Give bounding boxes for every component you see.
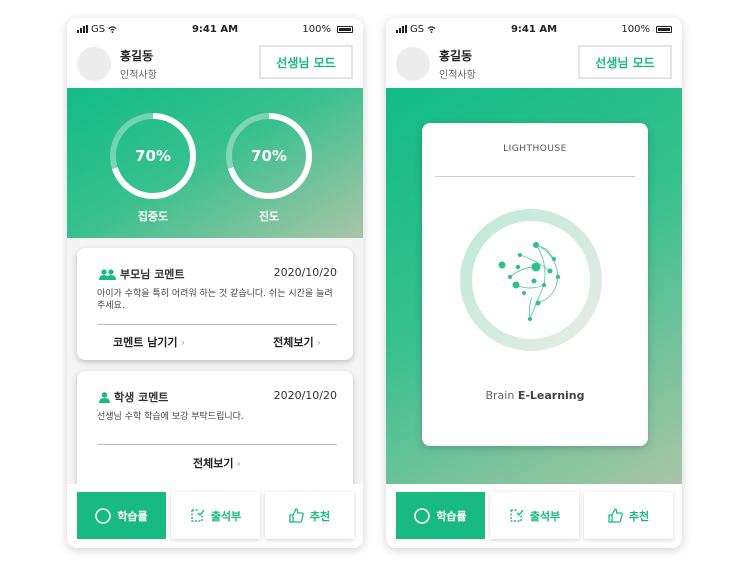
chevron-right-icon: › [236,456,241,470]
tab-learning-rate[interactable]: 학습률 [396,492,485,539]
view-all-student-link[interactable]: 전체보기 › [193,455,241,471]
lighthouse-hero: LIGHTHOUSE Brain E-Learning [386,88,682,484]
user-name: 홍길동 [439,49,473,63]
battery-icon [656,25,672,33]
avatar[interactable] [77,47,111,81]
divider [97,444,337,445]
tagline-light: Brain [485,389,515,402]
progress-label: 진도 [258,210,280,223]
thumbs-up-icon [608,508,623,523]
concentration-value: 70% [135,147,171,165]
clock: 9:41 AM [510,23,558,35]
lighthouse-title: LIGHTHOUSE [503,144,567,154]
phone-screen-dashboard: GS 9:41 AM 100% 홍길동 인적사항 선생님 모드 70% 집중도 [67,18,363,548]
concentration-label: 집중도 [137,210,169,223]
tab-label: 추천 [628,509,650,523]
status-bar: GS 9:41 AM 100% [386,18,682,40]
leave-comment-label: 코멘트 남기기 [113,336,178,349]
lighthouse-tagline: Brain E-Learning [422,389,648,402]
clock: 9:41 AM [191,23,239,35]
profile-header: 홍길동 인적사항 선생님 모드 [67,40,363,88]
tab-learning-rate[interactable]: 학습률 [77,492,166,539]
avatar[interactable] [396,47,430,81]
parent-comment-title: 부모님 코멘트 [120,268,185,281]
student-comment-date: 2020/10/20 [273,389,337,402]
parent-comment-body: 아이가 수학을 특히 어려워 하는 것 같습니다. 쉬는 시간을 늘려주세요. [97,289,333,311]
tab-label: 학습률 [117,509,148,523]
view-all-parent-link[interactable]: 전체보기 › [273,334,321,350]
comment-feed[interactable]: 부모님 코멘트 2020/10/20 아이가 수학을 특히 어려워 하는 것 같… [67,238,363,484]
tab-attendance[interactable]: 출석부 [490,492,579,539]
attendance-icon [191,509,205,522]
bottom-tab-bar: 학습률 출석부 추천 [386,484,682,548]
profile-header: 홍길동 인적사항 선생님 모드 [386,40,682,88]
tagline-bold: E-Learning [517,389,585,402]
progress-hero: 70% 집중도 70% 진도 [67,88,363,238]
concentration-gauge: 70% [109,112,197,200]
circle-icon [95,507,112,524]
tab-label: 학습률 [436,509,467,523]
chevron-right-icon: › [316,335,321,349]
battery-icon [337,25,353,33]
teacher-mode-button[interactable]: 선생님 모드 [259,45,353,79]
tab-attendance[interactable]: 출석부 [171,492,260,539]
parent-comment-card: 부모님 코멘트 2020/10/20 아이가 수학을 특히 어려워 하는 것 같… [77,248,353,360]
status-bar: GS 9:41 AM 100% [67,18,363,40]
tab-label: 출석부 [210,509,242,523]
user-name: 홍길동 [120,49,154,63]
attendance-icon [510,509,524,522]
chevron-right-icon: › [180,335,185,349]
tab-label: 추천 [309,509,331,523]
student-comment-body: 선생님 수학 학습에 보강 부탁드립니다. [97,412,244,422]
tab-label: 출석부 [529,509,561,523]
user-info-link[interactable]: 인적사항 [120,66,157,81]
student-comment-card: 학생 코멘트 2020/10/20 선생님 수학 학습에 보강 부탁드립니다. … [77,371,353,484]
user-info-link[interactable]: 인적사항 [439,66,476,81]
student-icon [99,391,110,403]
lighthouse-card[interactable]: LIGHTHOUSE Brain E-Learning [422,123,648,446]
student-comment-title: 학생 코멘트 [114,391,169,404]
parents-icon [99,268,116,280]
divider [97,324,337,325]
phone-screen-lighthouse: GS 9:41 AM 100% 홍길동 인적사항 선생님 모드 LIGHTHOU… [386,18,682,548]
view-all-label: 전체보기 [193,457,234,470]
divider [435,176,635,177]
teacher-mode-button[interactable]: 선생님 모드 [578,45,672,79]
leave-comment-link[interactable]: 코멘트 남기기 › [113,334,185,350]
parent-comment-date: 2020/10/20 [273,266,337,279]
progress-value: 70% [251,147,287,165]
bottom-tab-bar: 학습률 출석부 추천 [67,484,363,548]
circle-icon [414,507,431,524]
tab-recommend[interactable]: 추천 [265,492,354,539]
progress-gauge: 70% [225,112,313,200]
brain-network-icon [460,209,602,351]
tab-recommend[interactable]: 추천 [584,492,673,539]
view-all-label: 전체보기 [273,336,314,349]
thumbs-up-icon [289,508,304,523]
